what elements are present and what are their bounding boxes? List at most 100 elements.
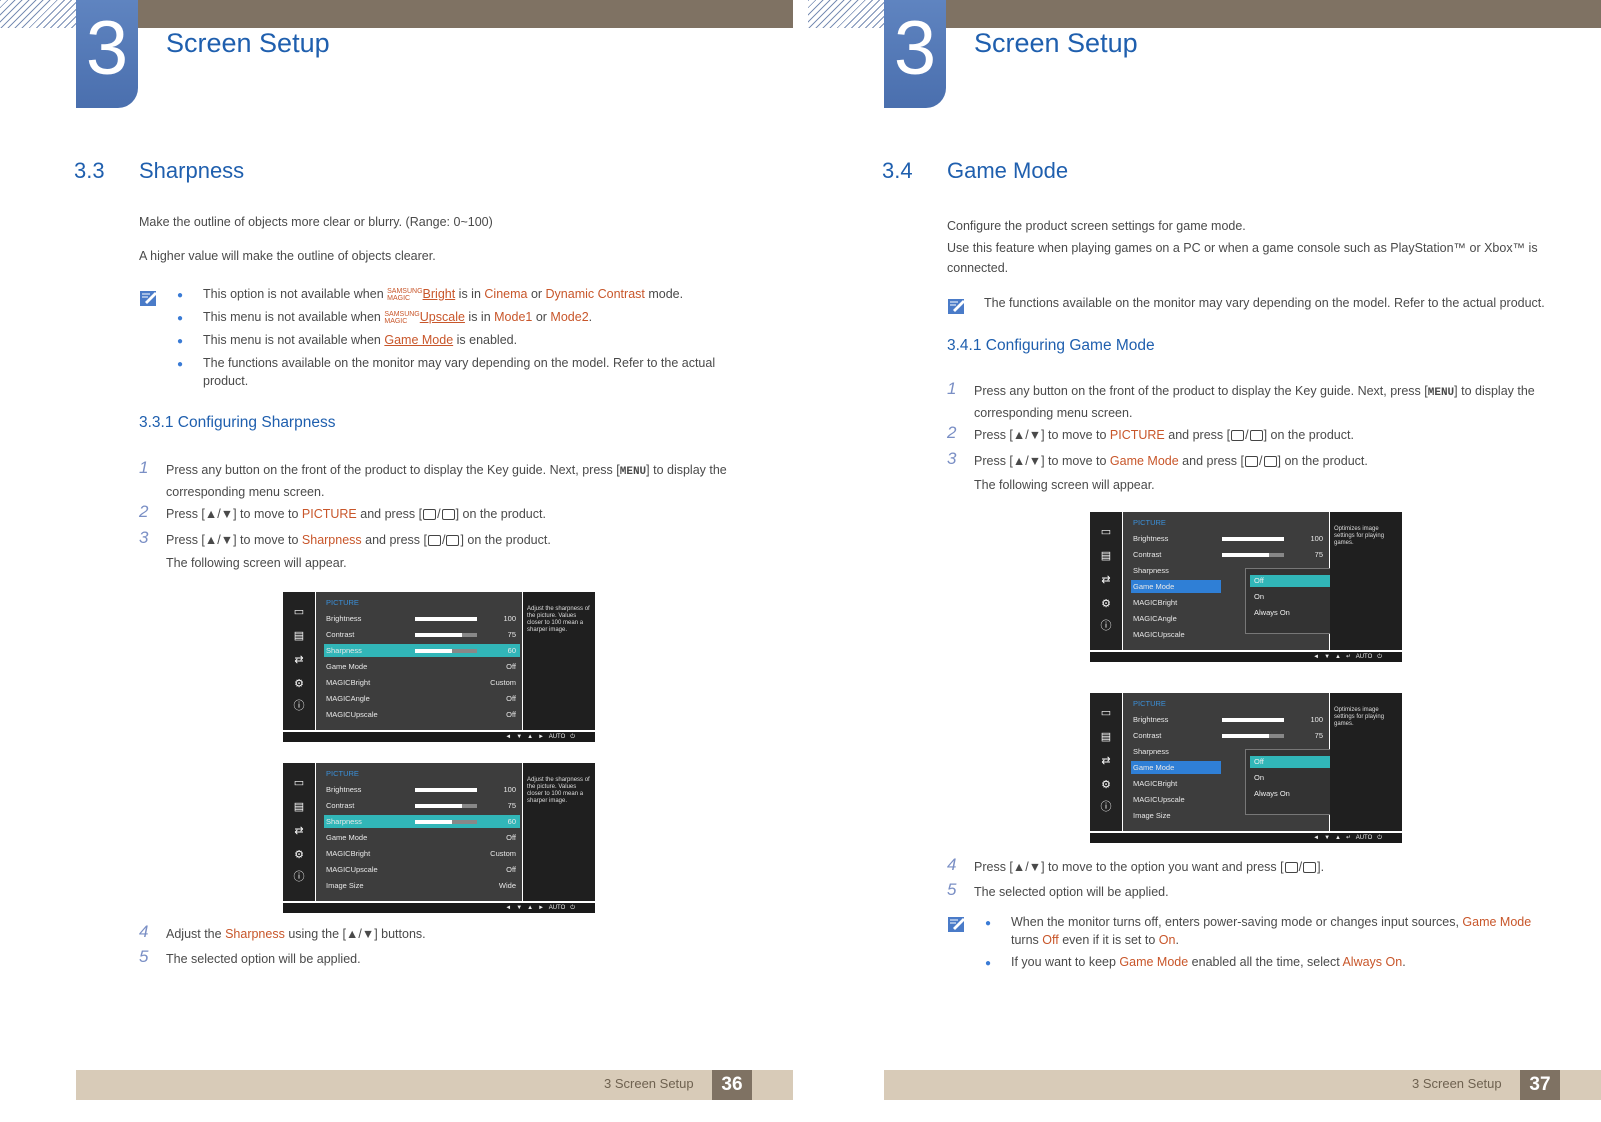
level-bar bbox=[415, 820, 477, 824]
step-number: 4 bbox=[947, 855, 957, 874]
level-bar bbox=[1222, 553, 1284, 557]
picture-size-icon: ▤ bbox=[1100, 731, 1112, 743]
header-hatch bbox=[808, 0, 884, 28]
footer-text: 3 Screen Setup bbox=[1412, 1076, 1502, 1091]
osd-row-selected: Sharpness 60 bbox=[324, 644, 520, 657]
info-icon: ⓘ bbox=[293, 700, 305, 712]
level-bar bbox=[1222, 718, 1284, 722]
bullet: ● bbox=[177, 313, 184, 324]
level-bar bbox=[1222, 537, 1284, 541]
picture-size-icon: ▤ bbox=[293, 801, 305, 813]
osd-help-text: Adjust the sharpness of the picture. Val… bbox=[523, 763, 595, 901]
page-left: 3 Screen Setup 3.3 Sharpness Make the ou… bbox=[0, 0, 800, 1122]
bullet: ● bbox=[177, 290, 184, 301]
step-number: 5 bbox=[947, 880, 957, 899]
level-bar bbox=[415, 649, 477, 653]
intro-paragraph: Make the outline of objects more clear o… bbox=[139, 215, 493, 229]
osd-row: Contrast 75 bbox=[1133, 550, 1323, 559]
osd-key-guide: ◄ ▼ ▲ ↵ AUTO ⏻ bbox=[1090, 833, 1402, 843]
header-bar bbox=[945, 0, 1601, 28]
osd-row: Image Size Wide bbox=[326, 881, 516, 890]
position-icon: ⇄ bbox=[294, 825, 304, 837]
osd-sidebar: ▭ ▤ ⇄ ⚙ ⓘ bbox=[1090, 693, 1122, 831]
samsung-magic-logo: SAMSUNG MAGIC bbox=[384, 310, 420, 325]
gear-icon: ⚙ bbox=[294, 678, 304, 690]
osd-screenshot: ▭ ▤ ⇄ ⚙ ⓘ PICTURE Brightness 100 Contrast… bbox=[1090, 512, 1402, 662]
game-mode-link[interactable]: Game Mode bbox=[384, 333, 453, 347]
note-icon bbox=[948, 917, 965, 932]
step-text: The following screen will appear. bbox=[166, 556, 347, 570]
section-title: Game Mode bbox=[947, 158, 1069, 183]
osd-row-selected: Sharpness 60 bbox=[324, 815, 520, 828]
step-text: Press [▲/▼] to move to the option you wa… bbox=[974, 860, 1325, 874]
note-item: This option is not available when SAMSUN… bbox=[203, 287, 684, 302]
position-icon: ⇄ bbox=[294, 654, 304, 666]
enter-button-icon bbox=[446, 535, 460, 547]
step-text: Press [▲/▼] to move to Sharpness and pre… bbox=[166, 533, 551, 547]
step-number: 1 bbox=[139, 458, 149, 477]
intro-paragraph: Use this feature when playing games on a… bbox=[947, 241, 1538, 275]
step-number: 3 bbox=[947, 449, 957, 468]
osd-screenshot: ▭ ▤ ⇄ ⚙ ⓘ PICTURE Brightness 100 Contrast… bbox=[283, 763, 595, 913]
osd-key-guide: ◄ ▼ ▲ ↵ AUTO ⏻ bbox=[1090, 652, 1402, 662]
osd-help-text: Optimizes image settings for playing gam… bbox=[1330, 693, 1402, 831]
gear-icon: ⚙ bbox=[294, 849, 304, 861]
osd-menu: PICTURE Brightness 100 Contrast 75 Sharpne… bbox=[1123, 693, 1351, 831]
info-icon: ⓘ bbox=[1100, 620, 1112, 632]
step-text: Adjust the Sharpness using the [▲/▼] but… bbox=[166, 927, 426, 941]
position-icon: ⇄ bbox=[1101, 755, 1111, 767]
picture-size-icon: ▤ bbox=[1100, 550, 1112, 562]
info-icon: ⓘ bbox=[293, 871, 305, 883]
osd-row: Game Mode Off bbox=[326, 833, 516, 842]
osd-row: Brightness 100 bbox=[326, 785, 516, 794]
step-text: The selected option will be applied. bbox=[974, 885, 1169, 899]
gear-icon: ⚙ bbox=[1101, 779, 1111, 791]
bullet: ● bbox=[177, 336, 184, 347]
note-text: The functions available on the monitor m… bbox=[984, 296, 1545, 310]
step-text: Press [▲/▼] to move to Game Mode and pre… bbox=[974, 454, 1368, 468]
bullet: ● bbox=[985, 958, 992, 969]
osd-row: Contrast 75 bbox=[1133, 731, 1323, 740]
osd-key-guide: ◄ ▼ ▲ ► AUTO ⏻ bbox=[283, 903, 595, 913]
header-bar bbox=[137, 0, 793, 28]
source-button-icon bbox=[1284, 862, 1298, 874]
osd-row: Brightness 100 bbox=[1133, 534, 1323, 543]
chapter-tab: 3 bbox=[76, 0, 138, 108]
page-number: 37 bbox=[1520, 1070, 1560, 1100]
enter-button-icon bbox=[441, 509, 455, 521]
osd-row: MAGICUpscale Off bbox=[326, 865, 516, 874]
step-number: 2 bbox=[947, 423, 957, 442]
intro-paragraph: A higher value will make the outline of … bbox=[139, 249, 436, 263]
upscale-link[interactable]: Upscale bbox=[420, 310, 465, 324]
bullet: ● bbox=[177, 359, 184, 370]
osd-row: MAGICBright Custom bbox=[326, 849, 516, 858]
source-button-icon bbox=[1231, 430, 1245, 442]
step-number: 1 bbox=[947, 379, 957, 398]
subsection-title: 3.3.1 Configuring Sharpness bbox=[139, 414, 336, 431]
osd-help-text: Optimizes image settings for playing gam… bbox=[1330, 512, 1402, 650]
step-number: 4 bbox=[139, 922, 149, 941]
chapter-number: 3 bbox=[893, 6, 937, 91]
monitor-icon: ▭ bbox=[293, 777, 305, 789]
enter-button-icon bbox=[1249, 430, 1263, 442]
step-text: Press [▲/▼] to move to PICTURE and press… bbox=[974, 428, 1354, 442]
position-icon: ⇄ bbox=[1101, 574, 1111, 586]
note-item: If you want to keep Game Mode enabled al… bbox=[1011, 955, 1406, 969]
note-item: This menu is not available when SAMSUNG M… bbox=[203, 310, 593, 325]
info-icon: ⓘ bbox=[1100, 801, 1112, 813]
osd-row-selected: Game Mode bbox=[1131, 761, 1221, 774]
note-item: When the monitor turns off, enters power… bbox=[1011, 915, 1532, 947]
source-button-icon bbox=[428, 535, 441, 547]
source-button-icon bbox=[423, 509, 437, 521]
osd-menu-title: PICTURE bbox=[1133, 518, 1166, 527]
bright-link[interactable]: Bright bbox=[423, 287, 456, 301]
section-number: 3.4 bbox=[882, 158, 913, 183]
bullet: ● bbox=[985, 918, 992, 929]
osd-row: Brightness 100 bbox=[1133, 715, 1323, 724]
note-item: The functions available on the monitor m… bbox=[203, 356, 716, 388]
page-right: 3 Screen Setup 3.4 Game Mode Configure t… bbox=[808, 0, 1601, 1122]
subsection-title: 3.4.1 Configuring Game Mode bbox=[947, 337, 1155, 354]
step-text: The selected option will be applied. bbox=[166, 952, 361, 966]
osd-row: MAGICBright Custom bbox=[326, 678, 516, 687]
step-text: Press [▲/▼] to move to PICTURE and press… bbox=[166, 507, 546, 521]
